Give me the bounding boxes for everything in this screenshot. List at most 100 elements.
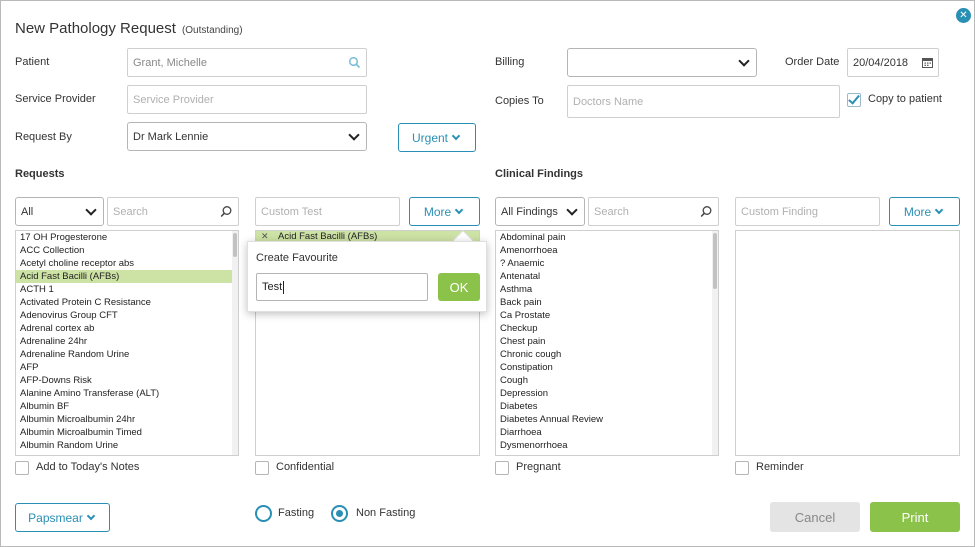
search-icon[interactable] [220,205,233,218]
copies-to-placeholder: Doctors Name [573,95,644,108]
selected-findings-list[interactable] [735,230,960,456]
urgent-button[interactable]: Urgent [398,123,476,152]
reminder-checkbox[interactable] [735,461,749,475]
non-fasting-radio[interactable] [331,505,348,522]
custom-finding-input[interactable]: Custom Finding [735,197,880,226]
list-item[interactable]: AFP [16,361,238,374]
list-item[interactable]: Cough [496,374,718,387]
favourite-ok-label: OK [449,279,469,295]
create-favourite-title: Create Favourite [256,252,338,264]
list-item[interactable]: Albumin Random Urine [16,439,238,452]
list-item[interactable]: Albumin Microalbumin Timed [16,426,238,439]
list-item[interactable]: Adenovirus Group CFT [16,309,238,322]
list-item[interactable]: Albumin Microalbumin 24hr [16,413,238,426]
list-item[interactable]: Adrenal cortex ab [16,322,238,335]
requests-filter-value: All [21,205,34,218]
requests-search-input[interactable]: Search [107,197,239,226]
cancel-button[interactable]: Cancel [770,502,860,532]
add-to-notes-label: Add to Today's Notes [36,461,140,473]
findings-scrollbar[interactable] [712,231,718,455]
list-item[interactable]: Diabetes [496,400,718,413]
list-item[interactable]: Acetyl choline receptor abs [16,257,238,270]
list-item[interactable]: Ca Prostate [496,309,718,322]
order-date-value: 20/04/2018 [853,56,909,69]
favourite-name-value: Test [262,281,283,293]
requests-scroll-thumb[interactable] [233,233,237,257]
favourite-ok-button[interactable]: OK [438,273,480,301]
list-item[interactable]: Asthma [496,283,718,296]
list-item[interactable]: Abdominal pain [496,231,718,244]
list-item[interactable]: Depression [496,387,718,400]
patient-field[interactable]: Grant, Michelle [127,48,367,77]
list-item[interactable]: Chronic cough [496,348,718,361]
findings-list[interactable]: Abdominal pain Amenorrhoea? Anaemic Antena… [495,230,719,456]
requests-filter-select[interactable]: All [15,197,104,226]
cancel-label: Cancel [794,509,836,525]
list-item[interactable]: AFP-Downs Risk [16,374,238,387]
requests-list[interactable]: 17 OH Progesterone ACC Collection Acetyl c… [15,230,239,456]
list-item[interactable]: Diabetes Annual Review [496,413,718,426]
favourite-name-input[interactable]: Test [256,273,428,301]
chevron-down-icon [86,511,96,521]
search-icon[interactable] [348,56,361,69]
papsmear-button[interactable]: Papsmear [15,503,110,532]
list-item[interactable]: Constipation [496,361,718,374]
service-provider-input[interactable]: Service Provider [127,85,367,114]
list-item[interactable]: 17 OH Progesterone [16,231,238,244]
list-item[interactable]: Diarrhoea [496,426,718,439]
list-item[interactable]: ACC Collection [16,244,238,257]
request-by-select[interactable]: Dr Mark Lennie [127,122,367,151]
findings-search-input[interactable]: Search [588,197,719,226]
list-item[interactable]: Back pain [496,296,718,309]
print-button[interactable]: Print [870,502,960,532]
order-date-field[interactable]: 20/04/2018 [847,48,939,77]
list-item[interactable]: ? Anaemic [496,257,718,270]
clinical-findings-section-title: Clinical Findings [495,168,584,180]
findings-scroll-thumb[interactable] [713,233,717,289]
list-item[interactable]: Activated Protein C Resistance [16,296,238,309]
create-favourite-popup: Create Favourite Test OK [247,241,487,312]
close-icon[interactable]: ✕ [956,8,971,23]
custom-test-input[interactable]: Custom Test [255,197,400,226]
fasting-label: Fasting [278,507,315,519]
calendar-icon[interactable] [922,57,933,68]
urgent-label: Urgent [411,130,449,145]
list-item[interactable]: ACTH 1 [16,283,238,296]
copy-to-patient-label: Copy to patient [868,93,942,105]
requests-scrollbar[interactable] [232,231,238,455]
add-to-notes-checkbox[interactable] [15,461,29,475]
radio-selected-dot [336,510,343,517]
chevron-down-icon [738,54,750,67]
request-by-value: Dr Mark Lennie [133,130,209,143]
non-fasting-label: Non Fasting [356,507,416,519]
check-icon [848,92,860,105]
order-date-label: Order Date [785,56,840,68]
list-item[interactable]: Chest pain [496,335,718,348]
list-item[interactable]: Acid Fast Bacilli (AFBs) [16,270,238,283]
copies-to-input[interactable]: Doctors Name [567,85,840,118]
reminder-label: Reminder [756,461,804,473]
requests-more-button[interactable]: More [409,197,480,226]
search-icon[interactable] [700,205,713,218]
chevron-down-icon [934,205,944,215]
findings-more-button[interactable]: More [889,197,960,226]
list-item[interactable]: Antenatal [496,270,718,283]
confidential-checkbox[interactable] [255,461,269,475]
print-label: Print [901,509,929,525]
copy-to-patient-checkbox[interactable] [847,92,861,107]
list-item[interactable]: Checkup [496,322,718,335]
list-item[interactable]: Amenorrhoea [496,244,718,257]
list-item[interactable]: Adrenaline Random Urine [16,348,238,361]
list-item[interactable]: Dysmenorrhoea [496,439,718,452]
billing-select[interactable] [567,48,757,77]
patient-label: Patient [15,56,50,68]
list-item[interactable]: Albumin BF [16,400,238,413]
pregnant-checkbox[interactable] [495,461,509,475]
list-item[interactable]: Alanine Amino Transferase (ALT) [16,387,238,400]
list-item[interactable]: Adrenaline 24hr [16,335,238,348]
findings-search-placeholder: Search [594,205,629,218]
fasting-radio[interactable] [255,505,272,522]
findings-filter-select[interactable]: All Findings [495,197,585,226]
requests-list-items: 17 OH Progesterone ACC Collection Acetyl c… [16,231,238,452]
chevron-down-icon [85,203,97,216]
